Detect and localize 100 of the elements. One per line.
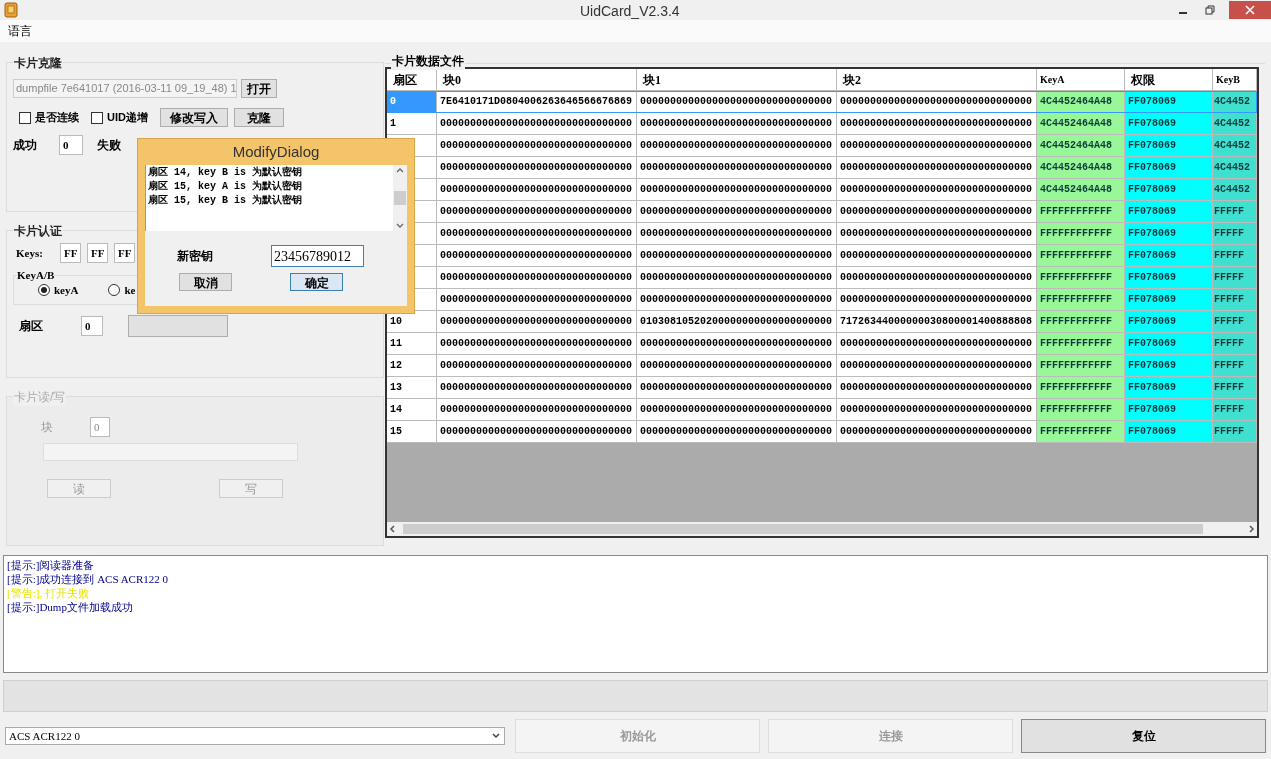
table-row[interactable]: 13 00000000000000000000000000000000 00000000000000000000000000000000 00000000000000000000000000000000 FFFFFFFFFFFF FF078069 FFFFF xyxy=(387,377,1257,399)
scroll-down-icon[interactable] xyxy=(396,223,404,229)
input-field[interactable]: FF xyxy=(114,243,135,263)
table-cell: FFFFFFFFFFFF xyxy=(1037,421,1125,443)
table-row[interactable]: 00000000000000000000000000000000 00000000000000000000000000000000 00000000000000000000000000000000 FFFFFFFFFFFF FF078069 FFFFF xyxy=(387,223,1257,245)
table-cell: FFFFF xyxy=(1213,267,1257,289)
scroll-up-icon[interactable] xyxy=(396,167,404,173)
table-cell: FFFFFFFFFFFF xyxy=(1037,245,1125,267)
table-row[interactable]: 15 00000000000000000000000000000000 00000000000000000000000000000000 00000000000000000000000000000000 FFFFFFFFFFFF FF078069 FFFFF xyxy=(387,421,1257,443)
table-cell: 00000000000000000000000000000000 xyxy=(637,135,837,157)
app-icon xyxy=(4,2,18,18)
table-cell: 00000000000000000000000000000000 xyxy=(437,421,637,443)
table-row[interactable]: 00000000000000000000000000000000 00000000000000000000000000000000 00000000000000000000000000000000 4C4452464A48 FF078069 4C4452 xyxy=(387,179,1257,201)
horizontal-scrollbar[interactable] xyxy=(387,522,1257,536)
field-label: 失败 xyxy=(97,137,122,154)
input-field[interactable]: FF xyxy=(87,243,108,263)
table-cell: FFFFFFFFFFFF xyxy=(1037,201,1125,223)
table-cell: 00000000000000000000000000000000 xyxy=(437,267,637,289)
table-cell: FF078069 xyxy=(1125,399,1213,421)
button[interactable]: 确定 xyxy=(290,273,343,291)
radio-button[interactable] xyxy=(108,284,121,296)
table-row[interactable]: 0 7E6410171D0804006263646566676869 00000000000000000000000000000000 00000000000000000000000000000000 4C4452464A48 FF078069 4C4452 xyxy=(387,91,1257,113)
restore-icon[interactable] xyxy=(1205,5,1215,15)
table-cell: 00000000000000000000000000000000 xyxy=(637,355,837,377)
button[interactable]: 克隆 xyxy=(233,108,284,127)
checkbox-label: 是否连续 xyxy=(35,110,79,126)
table-cell: 00000000000000000000000000000000 xyxy=(637,91,837,113)
column-header[interactable]: 权限 xyxy=(1125,69,1213,91)
table-cell: 4C4452464A48 xyxy=(1037,135,1125,157)
table-cell: FF078069 xyxy=(1125,311,1213,333)
table-cell: FF078069 xyxy=(1125,157,1213,179)
vertical-scrollbar[interactable] xyxy=(393,165,407,231)
table-row[interactable]: 1 00000000000000000000000000000000 00000000000000000000000000000000 00000000000000000000000000000000 4C4452464A48 FF078069 4C4452 xyxy=(387,113,1257,135)
table-cell: 00000000000000000000000000000000 xyxy=(837,355,1037,377)
input-field[interactable]: 0 xyxy=(81,316,103,336)
log-line: [提示:]成功连接到 ACS ACR122 0 xyxy=(7,572,170,586)
table-cell: 71726344000000030800001400888808 xyxy=(837,311,1037,333)
table-row[interactable]: 00000000000000000000000000000000 00000000000000000000000000000000 00000000000000000000000000000000 FFFFFFFFFFFF FF078069 FFFFF xyxy=(387,289,1257,311)
column-header[interactable]: 块1 xyxy=(637,69,837,91)
column-header[interactable]: KeyB xyxy=(1213,69,1257,91)
input-field[interactable]: FF xyxy=(60,243,81,263)
table-cell: 4C4452 xyxy=(1213,157,1257,179)
table-cell: 00000000000000000000000000000000 xyxy=(437,223,637,245)
table-cell: 00000000000000000000000000000000 xyxy=(837,377,1037,399)
button[interactable]: 复位 xyxy=(1021,719,1266,753)
scroll-thumb[interactable] xyxy=(394,191,406,205)
checkbox[interactable] xyxy=(19,111,31,124)
table-cell: FFFFF xyxy=(1213,223,1257,245)
table-row[interactable]: 11 00000000000000000000000000000000 00000000000000000000000000000000 00000000000000000000000000000000 FFFFFFFFFFFF FF078069 FFFFF xyxy=(387,333,1257,355)
log-line: [警告:], 打开失败 xyxy=(7,586,90,600)
column-header[interactable]: 扇区 xyxy=(387,69,437,91)
radio-button[interactable] xyxy=(38,284,50,296)
table-cell: FFFFF xyxy=(1213,311,1257,333)
field-label: 成功 xyxy=(13,137,38,154)
table-cell: 00000000000000000000000000000000 xyxy=(637,333,837,355)
button[interactable]: 修改写入 xyxy=(159,108,228,127)
column-header[interactable]: KeyA xyxy=(1037,69,1125,91)
table-cell: FFFFFFFFFFFF xyxy=(1037,333,1125,355)
table-row[interactable]: 10 00000000000000000000000000000000 01030810520200000000000000000000 71726344000000030800001400888808 FFFFFFFFFFFF FF078069 FFFFF xyxy=(387,311,1257,333)
table-row[interactable]: 00000000000000000000000000000000 00000000000000000000000000000000 00000000000000000000000000000000 FFFFFFFFFFFF FF078069 FFFFF xyxy=(387,245,1257,267)
list-item: 扇区 15, key A is 为默认密钥 xyxy=(148,180,303,194)
table-cell: 00000000000000000000000000000000 xyxy=(437,311,637,333)
log-line: [提示:]Dump文件加载成功 xyxy=(7,600,134,614)
table-cell: 12 xyxy=(387,355,437,377)
table-cell: FFFFFFFFFFFF xyxy=(1037,399,1125,421)
menu-item[interactable]: 语言 xyxy=(8,22,32,40)
table-cell: 10 xyxy=(387,311,437,333)
table-cell: 13 xyxy=(387,377,437,399)
table-cell: FF078069 xyxy=(1125,179,1213,201)
table-cell: FF078069 xyxy=(1125,245,1213,267)
table-row[interactable]: 00000000000000000000000000000000 00000000000000000000000000000000 00000000000000000000000000000000 4C4452464A48 FF078069 4C4452 xyxy=(387,157,1257,179)
button[interactable]: 取消 xyxy=(179,273,232,291)
table-row[interactable]: 00000000000000000000000000000000 00000000000000000000000000000000 00000000000000000000000000000000 4C4452464A48 FF078069 4C4452 xyxy=(387,135,1257,157)
table-row[interactable]: 00000000000000000000000000000000 00000000000000000000000000000000 00000000000000000000000000000000 FFFFFFFFFFFF FF078069 FFFFF xyxy=(387,201,1257,223)
table-cell: 4C4452 xyxy=(1213,135,1257,157)
table-cell: 11 xyxy=(387,333,437,355)
table-cell: 7E6410171D0804006263646566676869 xyxy=(437,91,637,113)
table-cell: 00000000000000000000000000000000 xyxy=(837,333,1037,355)
input-field[interactable]: 0 xyxy=(59,135,83,155)
table-cell: 00000000000000000000000000000000 xyxy=(637,377,837,399)
table-cell: FFFFF xyxy=(1213,421,1257,443)
column-header[interactable]: 块0 xyxy=(437,69,637,91)
new-key-field[interactable]: 23456789012 xyxy=(271,245,364,267)
table-cell: 00000000000000000000000000000000 xyxy=(437,113,637,135)
reader-dropdown[interactable]: ACS ACR122 0 xyxy=(5,727,505,745)
table-cell: 00000000000000000000000000000000 xyxy=(637,399,837,421)
table-cell: 00000000000000000000000000000000 xyxy=(837,421,1037,443)
close-icon[interactable] xyxy=(1229,1,1271,19)
column-header[interactable]: 块2 xyxy=(837,69,1037,91)
dialog-title: ModifyDialog xyxy=(231,142,321,162)
table-row[interactable]: 12 00000000000000000000000000000000 00000000000000000000000000000000 00000000000000000000000000000000 FFFFFFFFFFFF FF078069 FFFFF xyxy=(387,355,1257,377)
table-cell: 4C4452464A48 xyxy=(1037,113,1125,135)
button[interactable]: 打开 xyxy=(241,79,277,98)
table-row[interactable]: 00000000000000000000000000000000 00000000000000000000000000000000 00000000000000000000000000000000 FFFFFFFFFFFF FF078069 FFFFF xyxy=(387,267,1257,289)
table-row[interactable]: 14 00000000000000000000000000000000 00000000000000000000000000000000 00000000000000000000000000000000 FFFFFFFFFFFF FF078069 FFFFF xyxy=(387,399,1257,421)
checkbox[interactable] xyxy=(91,111,103,124)
table-cell: 00000000000000000000000000000000 xyxy=(837,267,1037,289)
table-cell: 00000000000000000000000000000000 xyxy=(637,267,837,289)
table-cell: 00000000000000000000000000000000 xyxy=(437,399,637,421)
list-item: 扇区 14, key B is 为默认密钥 xyxy=(148,166,303,180)
